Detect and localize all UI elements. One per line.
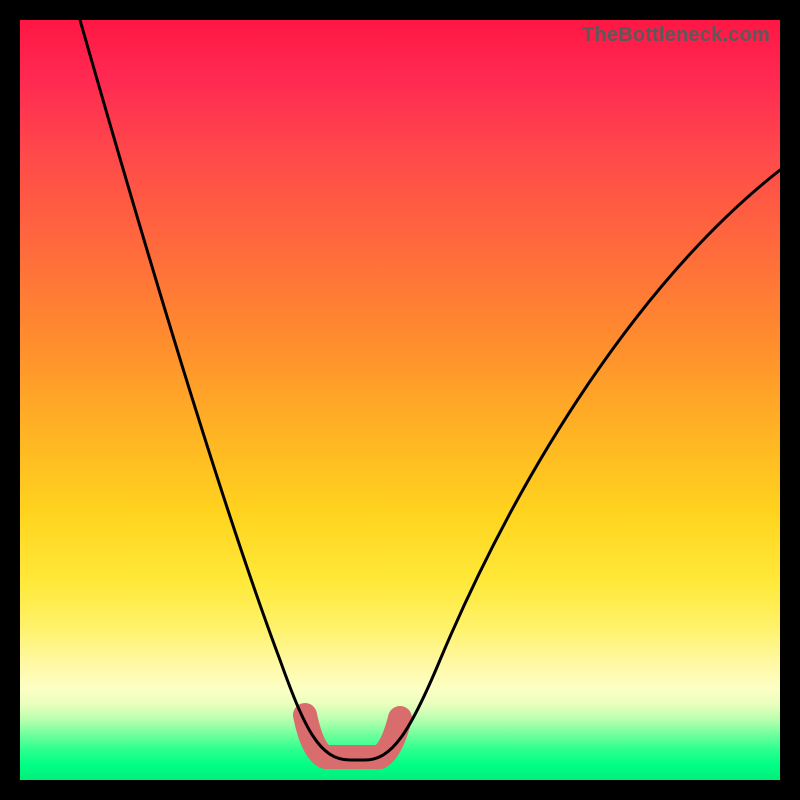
watermark-text: TheBottleneck.com — [582, 24, 770, 47]
bottleneck-curve-path — [80, 20, 780, 760]
plot-area: TheBottleneck.com — [20, 20, 780, 780]
curve-svg — [20, 20, 780, 780]
chart-frame: TheBottleneck.com — [0, 0, 800, 800]
curve-highlight — [305, 715, 400, 757]
